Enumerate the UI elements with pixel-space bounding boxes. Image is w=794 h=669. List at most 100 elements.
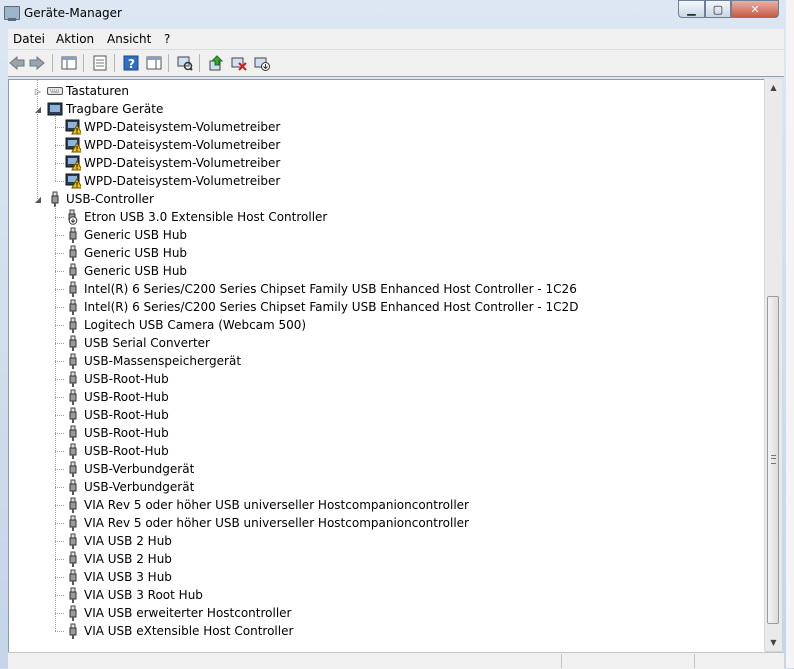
usb-plug-icon <box>65 281 81 297</box>
device-tree[interactable]: ▷ Tastaturen ◢ Tragbare Geräte WPD-Dateisyst… <box>8 79 765 652</box>
tree-device[interactable]: Intel(R) 6 Series/C200 Series Chipset Fa… <box>65 280 577 298</box>
tree-device[interactable]: WPD-Dateisystem-Volumetreiber <box>65 118 280 136</box>
device-label: VIA USB 2 Hub <box>84 552 172 566</box>
svg-text:?: ? <box>128 57 135 71</box>
title-bar[interactable]: Geräte-Manager ▁ ▢ ✕ <box>0 0 786 28</box>
expanded-triangle-icon[interactable]: ◢ <box>33 194 43 204</box>
device-label: Generic USB Hub <box>84 264 188 278</box>
background-window-edge <box>786 0 794 668</box>
usb-plug-icon <box>65 443 81 459</box>
menu-aktion[interactable]: Aktion <box>56 32 94 46</box>
uninstall-device-icon[interactable] <box>230 54 248 72</box>
tree-connector <box>55 307 64 308</box>
tree-device[interactable]: Generic USB Hub <box>65 244 187 262</box>
tree-device[interactable]: USB-Root-Hub <box>65 370 169 388</box>
disable-device-icon[interactable] <box>253 54 271 72</box>
device-manager-icon <box>4 6 20 21</box>
tree-connector <box>37 80 38 199</box>
tree-device[interactable]: VIA Rev 5 oder höher USB universeller Ho… <box>65 496 469 514</box>
device-label: Logitech USB Camera (Webcam 500) <box>84 318 307 332</box>
scrollbar-thumb[interactable] <box>767 295 779 624</box>
tree-category[interactable]: ◢ USB-Controller <box>33 190 154 208</box>
tree-connector <box>55 127 64 128</box>
action-pane-icon[interactable] <box>145 54 163 72</box>
minimize-button[interactable]: ▁ <box>678 0 705 18</box>
usb-plug-icon <box>65 371 81 387</box>
expanded-triangle-icon[interactable]: ◢ <box>33 104 43 114</box>
device-label: WPD-Dateisystem-Volumetreiber <box>84 156 281 170</box>
tree-device[interactable]: Generic USB Hub <box>65 262 187 280</box>
tree-device[interactable]: VIA USB 2 Hub <box>65 532 172 550</box>
tree-connector <box>55 289 64 290</box>
maximize-button[interactable]: ▢ <box>705 0 731 18</box>
close-button[interactable]: ✕ <box>731 0 779 18</box>
tree-device[interactable]: USB-Massenspeichergerät <box>65 352 241 370</box>
collapsed-triangle-icon[interactable]: ▷ <box>33 86 43 96</box>
tree-device[interactable]: USB-Root-Hub <box>65 406 169 424</box>
scrollbar-grip-icon <box>771 454 776 464</box>
usb-plug-icon <box>65 569 81 585</box>
forward-arrow-icon[interactable] <box>28 54 46 72</box>
tree-connector <box>55 325 64 326</box>
properties-icon[interactable] <box>91 54 109 72</box>
usb-plug-icon <box>65 227 81 243</box>
device-label: USB Serial Converter <box>84 336 210 350</box>
scroll-up-button[interactable]: ▲ <box>765 79 782 96</box>
tree-connector <box>55 206 56 631</box>
scroll-down-button[interactable]: ▼ <box>765 634 782 651</box>
category-label: Tastaturen <box>66 84 129 98</box>
tree-connector <box>55 235 64 236</box>
help-icon[interactable]: ? <box>122 54 140 72</box>
back-arrow-icon[interactable] <box>8 54 26 72</box>
tree-connector <box>55 631 64 632</box>
tree-device[interactable]: VIA Rev 5 oder höher USB universeller Ho… <box>65 514 469 532</box>
device-label: Etron USB 3.0 Extensible Host Controller <box>84 210 328 224</box>
tree-device[interactable]: VIA USB eXtensible Host Controller <box>65 622 293 640</box>
device-label: VIA USB 2 Hub <box>84 534 172 548</box>
tree-device[interactable]: VIA USB 2 Hub <box>65 550 172 568</box>
tree-device[interactable]: USB Serial Converter <box>65 334 210 352</box>
toolbar-separator <box>199 54 200 72</box>
device-label: WPD-Dateisystem-Volumetreiber <box>84 120 281 134</box>
usb-plug-icon <box>65 461 81 477</box>
tree-device[interactable]: USB-Root-Hub <box>65 424 169 442</box>
device-label: Generic USB Hub <box>84 228 188 242</box>
toolbar-separator <box>168 54 169 72</box>
tree-device[interactable]: USB-Verbundgerät <box>65 460 194 478</box>
toolbar-separator <box>83 54 84 72</box>
device-label: VIA Rev 5 oder höher USB universeller Ho… <box>84 516 469 530</box>
tree-device[interactable]: USB-Root-Hub <box>65 388 169 406</box>
tree-device[interactable]: USB-Verbundgerät <box>65 478 194 496</box>
category-label: USB-Controller <box>66 192 154 206</box>
tree-connector <box>55 541 64 542</box>
device-label: USB-Root-Hub <box>84 390 169 404</box>
menu-help[interactable]: ? <box>164 32 170 46</box>
tree-device[interactable]: Generic USB Hub <box>65 226 187 244</box>
tree-device[interactable]: VIA USB erweiterter Hostcontroller <box>65 604 292 622</box>
tree-device[interactable]: VIA USB 3 Hub <box>65 568 172 586</box>
status-bar <box>8 652 784 669</box>
device-label: VIA USB 3 Root Hub <box>84 588 203 602</box>
tree-device[interactable]: WPD-Dateisystem-Volumetreiber <box>65 154 280 172</box>
tree-device[interactable]: VIA USB 3 Root Hub <box>65 586 203 604</box>
tree-connector <box>55 559 64 560</box>
tree-device[interactable]: Logitech USB Camera (Webcam 500) <box>65 316 306 334</box>
tree-category[interactable]: ▷ Tastaturen <box>33 82 129 100</box>
vertical-scrollbar[interactable]: ▲ ▼ <box>764 79 782 651</box>
usb-plug-icon <box>65 317 81 333</box>
tree-device[interactable]: WPD-Dateisystem-Volumetreiber <box>65 172 280 190</box>
menu-datei[interactable]: Datei <box>13 32 45 46</box>
tree-device[interactable]: Etron USB 3.0 Extensible Host Controller <box>65 208 327 226</box>
update-driver-icon[interactable] <box>207 54 225 72</box>
device-label: USB-Verbundgerät <box>84 480 195 494</box>
tree-device[interactable]: Intel(R) 6 Series/C200 Series Chipset Fa… <box>65 298 578 316</box>
show-hide-console-tree-icon[interactable] <box>60 54 78 72</box>
tree-connector <box>55 253 64 254</box>
tree-device[interactable]: WPD-Dateisystem-Volumetreiber <box>65 136 280 154</box>
tree-device[interactable]: USB-Root-Hub <box>65 442 169 460</box>
menu-ansicht[interactable]: Ansicht <box>107 32 151 46</box>
device-manager-window: Geräte-Manager ▁ ▢ ✕ Datei Aktion Ansich… <box>0 0 787 669</box>
device-label: Intel(R) 6 Series/C200 Series Chipset Fa… <box>84 282 577 296</box>
scan-hardware-icon[interactable] <box>176 54 194 72</box>
tree-category[interactable]: ◢ Tragbare Geräte <box>33 100 163 118</box>
